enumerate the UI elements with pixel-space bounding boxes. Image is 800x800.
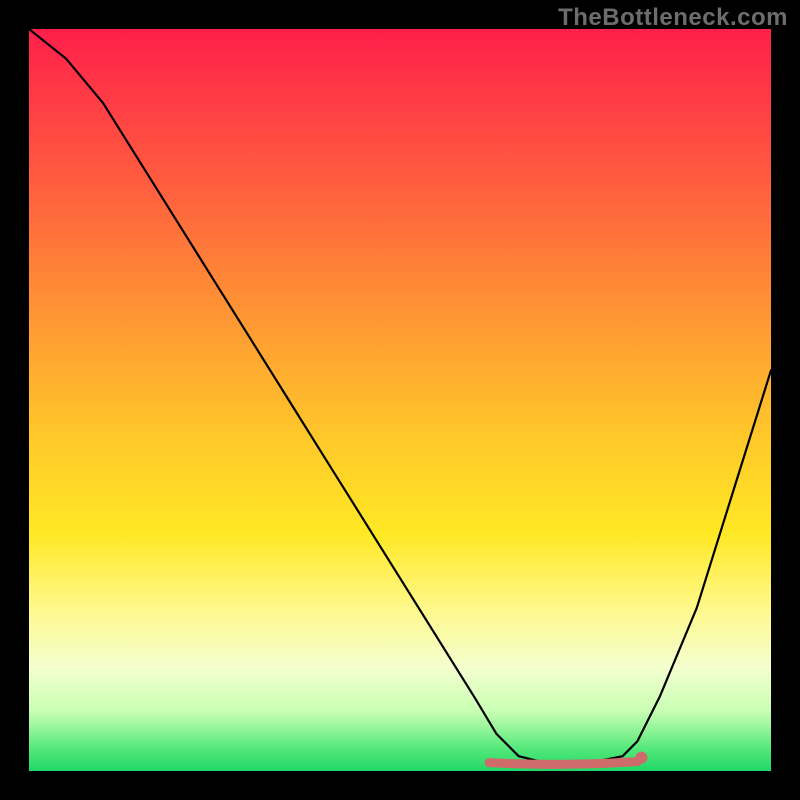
- curve-layer: [29, 29, 771, 771]
- flat-bottom-highlight: [489, 752, 647, 765]
- chart-frame: TheBottleneck.com: [0, 0, 800, 800]
- plot-area: [29, 29, 771, 771]
- watermark-text: TheBottleneck.com: [558, 4, 788, 32]
- bottleneck-curve: [29, 29, 771, 764]
